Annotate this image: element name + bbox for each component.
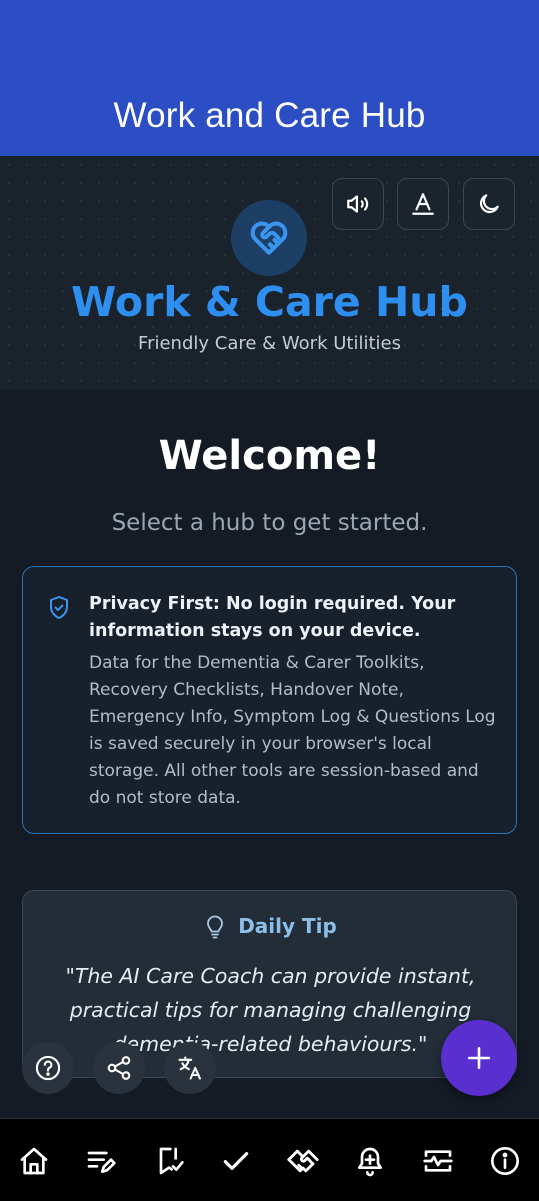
bell-plus-icon xyxy=(354,1145,386,1177)
nav-checklist[interactable] xyxy=(216,1141,256,1181)
daily-tip-header: Daily Tip xyxy=(23,913,516,939)
nav-notes[interactable] xyxy=(81,1141,121,1181)
share-icon xyxy=(105,1054,133,1082)
privacy-notice-card: Privacy First: No login required. Your i… xyxy=(22,566,517,834)
home-icon xyxy=(18,1145,50,1177)
nav-bookmark-check[interactable] xyxy=(149,1141,189,1181)
translate-icon xyxy=(176,1054,204,1082)
app-logo xyxy=(231,200,307,276)
text-size-icon xyxy=(410,191,436,217)
help-button[interactable] xyxy=(22,1042,74,1094)
add-fab-button[interactable] xyxy=(441,1020,517,1096)
info-icon xyxy=(489,1145,521,1177)
pulse-monitor-icon xyxy=(422,1145,454,1177)
translate-button[interactable] xyxy=(164,1042,216,1094)
privacy-body: Data for the Dementia & Carer Toolkits, … xyxy=(89,653,496,808)
bookmark-check-icon xyxy=(153,1145,185,1177)
nav-handshake[interactable] xyxy=(283,1141,323,1181)
nav-health-monitor[interactable] xyxy=(418,1141,458,1181)
app-bar: Work and Care Hub xyxy=(0,0,539,156)
select-hub-prompt: Select a hub to get started. xyxy=(111,510,428,536)
app-bar-title: Work and Care Hub xyxy=(113,96,426,135)
check-icon xyxy=(220,1145,252,1177)
welcome-heading: Welcome! xyxy=(158,433,381,479)
heart-handshake-icon xyxy=(247,216,291,260)
privacy-title: Privacy First: No login required. Your i… xyxy=(89,594,456,641)
lightbulb-icon xyxy=(204,913,226,939)
bottom-navigation xyxy=(0,1118,539,1201)
hero-header: Work & Care Hub Friendly Care & Work Uti… xyxy=(0,156,539,390)
shield-check-icon xyxy=(47,595,71,621)
moon-icon xyxy=(476,191,502,217)
read-aloud-button[interactable] xyxy=(332,178,384,230)
help-icon xyxy=(34,1054,62,1082)
hero-subtitle: Friendly Care & Work Utilities xyxy=(138,333,401,354)
nav-home[interactable] xyxy=(14,1141,54,1181)
hero-title: Work & Care Hub xyxy=(71,278,468,326)
volume-icon xyxy=(345,191,371,217)
handshake-icon xyxy=(286,1144,320,1178)
daily-tip-title: Daily Tip xyxy=(238,914,337,938)
theme-toggle-button[interactable] xyxy=(463,178,515,230)
notes-edit-icon xyxy=(85,1145,117,1177)
share-button[interactable] xyxy=(93,1042,145,1094)
nav-add-reminder[interactable] xyxy=(350,1141,390,1181)
text-size-button[interactable] xyxy=(397,178,449,230)
plus-icon xyxy=(466,1045,492,1071)
nav-info[interactable] xyxy=(485,1141,525,1181)
